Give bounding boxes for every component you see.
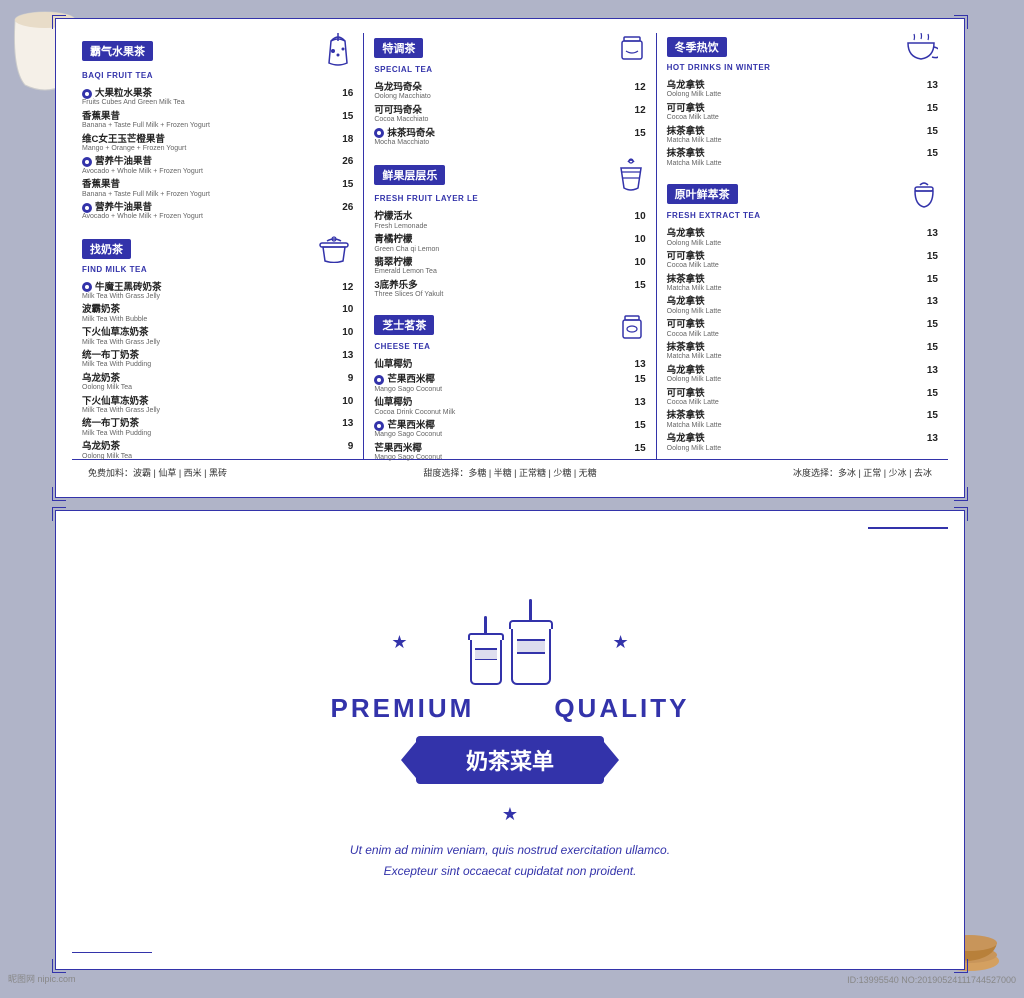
find-milk-title: 找奶茶 <box>82 239 131 259</box>
list-item: 乌龙拿铁 Oolong Milk Latte 13 <box>667 433 938 453</box>
list-item: 统一布丁奶茶 Milk Tea With Pudding 13 <box>82 350 353 370</box>
list-item: 下火仙草冻奶茶 Milk Tea With Grass Jelly 10 <box>82 327 353 347</box>
list-item: 牛魔王黑砖奶茶 Milk Tea With Grass Jelly 12 <box>82 282 353 302</box>
list-item: 抹茶拿铁 Matcha Milk Latte 15 <box>667 274 938 294</box>
fruit-tea-icon <box>323 33 353 69</box>
menu-footer: 免费加料：波霸 | 仙草 | 西米 | 黑砖 甜度选择：多糖 | 半糖 | 正常… <box>72 459 948 485</box>
menu-card-bottom: ★ <box>55 510 965 970</box>
menu-card-top: 霸气水果茶 BAQI FRUIT TEA <box>55 18 965 498</box>
corner-tr-b <box>954 507 968 521</box>
list-item: 乌龙拿铁 Oolong Milk Latte 13 <box>667 365 938 385</box>
baqi-subtitle: BAQI FRUIT TEA <box>82 71 353 80</box>
list-item: 仙草椰奶 Cocoa Drink Coconut Milk 13 <box>374 397 645 417</box>
col-fruit-tea: 霸气水果茶 BAQI FRUIT TEA <box>72 33 364 459</box>
cheese-tea-title: 芝士茗茶 <box>374 315 434 335</box>
star-right: ★ <box>613 632 629 653</box>
tagline: Ut enim ad minim veniam, quis nostrud ex… <box>350 840 670 881</box>
corner-bl <box>52 487 66 501</box>
list-item: 乌龙拿铁 Oolong Milk Latte 13 <box>667 80 938 100</box>
hot-drinks-title: 冬季热饮 <box>667 37 727 57</box>
list-item: 可可玛奇朵 Cocoa Macchiato 12 <box>374 105 645 125</box>
list-item: 可可拿铁 Cocoa Milk Latte 15 <box>667 103 938 123</box>
hot-drinks-icon <box>904 33 938 61</box>
list-item: 抹茶玛奇朵 Mocha Macchiato 15 <box>374 128 645 148</box>
list-item: 香蕉果昔 Banana + Taste Full Milk + Frozen Y… <box>82 111 353 131</box>
quality-text: QUALITY <box>554 693 689 724</box>
list-item: 抹茶拿铁 Matcha Milk Latte 15 <box>667 148 938 168</box>
fresh-fruit-icon <box>616 158 646 192</box>
list-item: 抹茶拿铁 Matcha Milk Latte 15 <box>667 342 938 362</box>
list-item: 抹茶拿铁 Matcha Milk Latte 15 <box>667 126 938 146</box>
corner-br <box>954 487 968 501</box>
list-item: 香蕉果昔 Banana + Taste Full Milk + Frozen Y… <box>82 179 353 199</box>
special-tea-subtitle: SPECIAL TEA <box>374 65 645 74</box>
list-item: 下火仙草冻奶茶 Milk Tea With Grass Jelly 10 <box>82 396 353 416</box>
list-item: 营养牛油果昔 Avocado + Whole Milk + Frozen Yog… <box>82 156 353 176</box>
list-item: 营养牛油果昔 Avocado + Whole Milk + Frozen Yog… <box>82 202 353 222</box>
list-item: 3底养乐多 Three Slices Of Yakult 15 <box>374 280 645 300</box>
corner-tr <box>954 15 968 29</box>
list-item: 乌龙拿铁 Oolong Milk Latte 13 <box>667 296 938 316</box>
special-tea-title: 特调茶 <box>374 38 423 58</box>
footer-left: 免费加料：波霸 | 仙草 | 西米 | 黑砖 <box>88 466 227 479</box>
list-item: 维C女王玉芒橙果昔 Mango + Orange + Frozen Yogurt… <box>82 134 353 154</box>
fresh-fruit-title: 鲜果层层乐 <box>374 165 445 185</box>
watermark-bottom-right: ID:13995540 NO:20190524111744527000 <box>847 975 1016 985</box>
fresh-fruit-subtitle: FRESH FRUIT LAYER LE <box>374 194 645 203</box>
list-item: 仙草椰奶 13 <box>374 359 645 371</box>
footer-right: 冰度选择：多冰 | 正常 | 少冰 | 去冰 <box>793 466 932 479</box>
list-item: 抹茶拿铁 Matcha Milk Latte 15 <box>667 410 938 430</box>
list-item: 大果粒水果茶 Fruits Cubes And Green Milk Tea 1… <box>82 88 353 108</box>
cheese-tea-icon <box>618 310 646 340</box>
special-tea-icon <box>618 33 646 63</box>
bottom-star: ★ <box>502 804 518 825</box>
footer-center: 甜度选择：多糖 | 半糖 | 正常糖 | 少糖 | 无糖 <box>423 466 596 479</box>
list-item: 乌龙奶茶 Oolong Milk Tea 9 <box>82 373 353 393</box>
fresh-extract-icon <box>910 179 938 209</box>
col-hot-drinks: 冬季热饮 HOT DRINKS IN WINTER 乌龙拿铁 <box>657 33 948 459</box>
list-item: 芒果西米椰 Mango Sago Coconut 15 <box>374 443 645 463</box>
list-item: 统一布丁奶茶 Milk Tea With Pudding 13 <box>82 418 353 438</box>
hot-drinks-subtitle: HOT DRINKS IN WINTER <box>667 63 938 72</box>
list-item: 青橘柠檬 Green Cha qi Lemon 10 <box>374 234 645 254</box>
bottom-content: ★ <box>56 511 964 969</box>
star-left: ★ <box>391 632 407 653</box>
baqi-title: 霸气水果茶 <box>82 41 153 61</box>
menu-title-banner: 奶茶菜单 <box>416 736 604 784</box>
list-item: 乌龙玛奇朵 Oolong Macchiato 12 <box>374 82 645 102</box>
col-special-tea: 特调茶 SPECIAL TEA 乌龙玛奇朵 Oolong Macchiato <box>364 33 656 459</box>
find-milk-subtitle: FIND MILK TEA <box>82 265 353 274</box>
cheese-tea-subtitle: CHEESE TEA <box>374 342 645 351</box>
corner-tl-b <box>52 507 66 521</box>
list-item: 翡翠柠檬 Emerald Lemon Tea 10 <box>374 257 645 277</box>
milk-tea-cup-icon <box>315 235 353 263</box>
watermark-bottom-left: 昵图网 nipic.com <box>8 972 76 985</box>
page: 霸气水果茶 BAQI FRUIT TEA <box>0 0 1024 993</box>
list-item: 乌龙奶茶 Oolong Milk Tea 9 <box>82 441 353 461</box>
list-item: 柠檬活水 Fresh Lemonade 10 <box>374 211 645 231</box>
corner-br-b <box>954 959 968 973</box>
premium-quality-row: PREMIUM QUALITY <box>331 693 690 724</box>
list-item: 芒果西米椰 Mango Sago Coconut 15 <box>374 420 645 440</box>
fresh-extract-title: 原叶鲜萃茶 <box>667 184 738 204</box>
small-cup <box>468 616 504 685</box>
list-item: 波霸奶茶 Milk Tea With Bubble 10 <box>82 304 353 324</box>
large-cup <box>509 599 553 685</box>
list-item: 芒果西米椰 Mango Sago Coconut 15 <box>374 374 645 394</box>
cups-illustration <box>468 599 553 685</box>
corner-tl <box>52 15 66 29</box>
list-item: 乌龙拿铁 Oolong Milk Latte 13 <box>667 228 938 248</box>
list-item: 可可拿铁 Cocoa Milk Latte 15 <box>667 251 938 271</box>
stars-row: ★ <box>391 599 628 685</box>
list-item: 可可拿铁 Cocoa Milk Latte 15 <box>667 388 938 408</box>
list-item: 可可拿铁 Cocoa Milk Latte 15 <box>667 319 938 339</box>
corner-bl-b <box>52 959 66 973</box>
fresh-extract-subtitle: FRESH EXTRACT TEA <box>667 211 938 220</box>
premium-text: PREMIUM <box>331 693 475 724</box>
